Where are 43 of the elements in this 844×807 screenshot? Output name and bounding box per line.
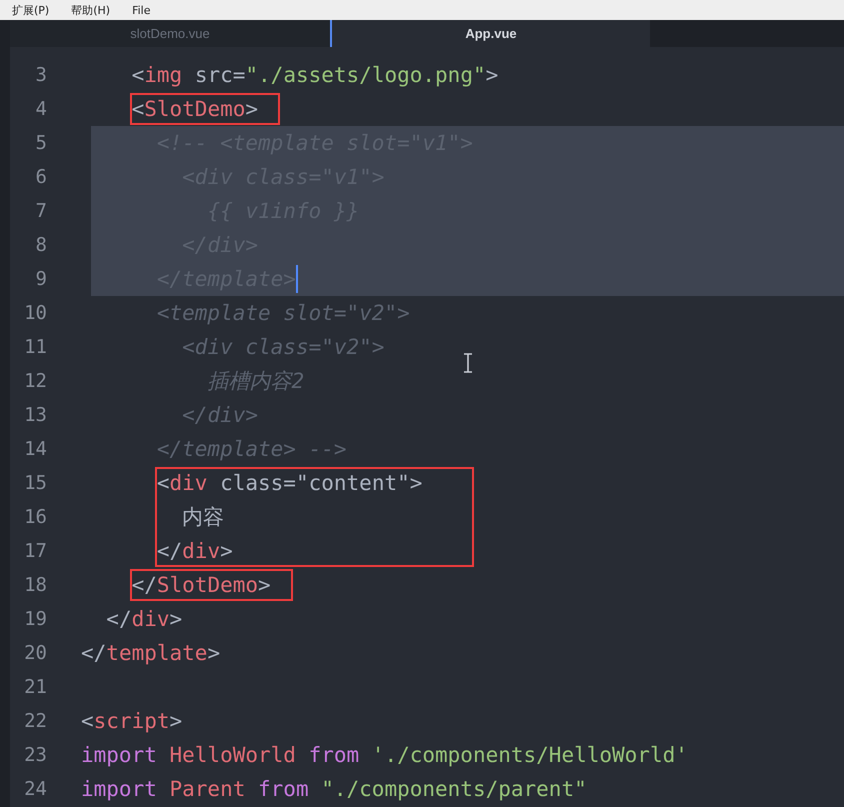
line-number: 9: [34, 268, 48, 290]
code-line: <div class="content">: [156, 471, 422, 495]
code-line: <div class="v2">: [182, 335, 384, 359]
code-line: <img src="./assets/logo.png">: [132, 63, 498, 87]
line-number: 11: [23, 336, 48, 358]
code-line: </template> -->: [156, 437, 347, 461]
menu-item[interactable]: File: [132, 4, 150, 16]
code-line: </div>: [106, 607, 182, 631]
line-number: 22: [23, 710, 48, 732]
code-line: <script>: [81, 709, 182, 733]
line-number: 18: [23, 574, 48, 596]
line-number: 15: [23, 472, 48, 494]
line-number: 3: [34, 64, 48, 86]
line-number: 21: [23, 676, 48, 698]
line-number: 8: [34, 234, 48, 256]
line-number: 16: [23, 506, 48, 528]
code-line: </template>: [81, 641, 220, 665]
code-line: import HelloWorld from './components/HelloWorld': [81, 743, 688, 767]
line-number: 4: [34, 98, 48, 120]
line-number: 5: [34, 132, 48, 154]
file-tab[interactable]: App.vue: [330, 20, 650, 47]
line-number: 12: [23, 370, 48, 392]
line-number: 14: [23, 438, 48, 460]
menu-item[interactable]: 扩展(P): [12, 2, 50, 18]
line-number: 17: [23, 540, 48, 562]
line-number: 13: [23, 404, 48, 426]
line-number: 23: [23, 744, 48, 766]
code-line: import Parent from "./components/parent": [81, 777, 587, 801]
code-line: 内容: [182, 504, 224, 531]
code-line: 插槽内容2: [207, 368, 304, 395]
text-cursor-icon: [463, 353, 473, 373]
code-line: </div>: [182, 403, 258, 427]
menu-item[interactable]: 帮助(H): [71, 2, 110, 18]
line-number: 19: [23, 608, 48, 630]
code-line: </SlotDemo>: [132, 573, 271, 597]
code-line: </div>: [156, 539, 233, 563]
line-number: 7: [34, 200, 48, 222]
line-number: 24: [23, 778, 48, 800]
code-line: <template slot="v2">: [156, 301, 410, 325]
code-line: <SlotDemo>: [132, 97, 258, 121]
line-number: 20: [23, 642, 48, 664]
line-number: 10: [23, 302, 48, 324]
line-number: 6: [34, 166, 48, 188]
